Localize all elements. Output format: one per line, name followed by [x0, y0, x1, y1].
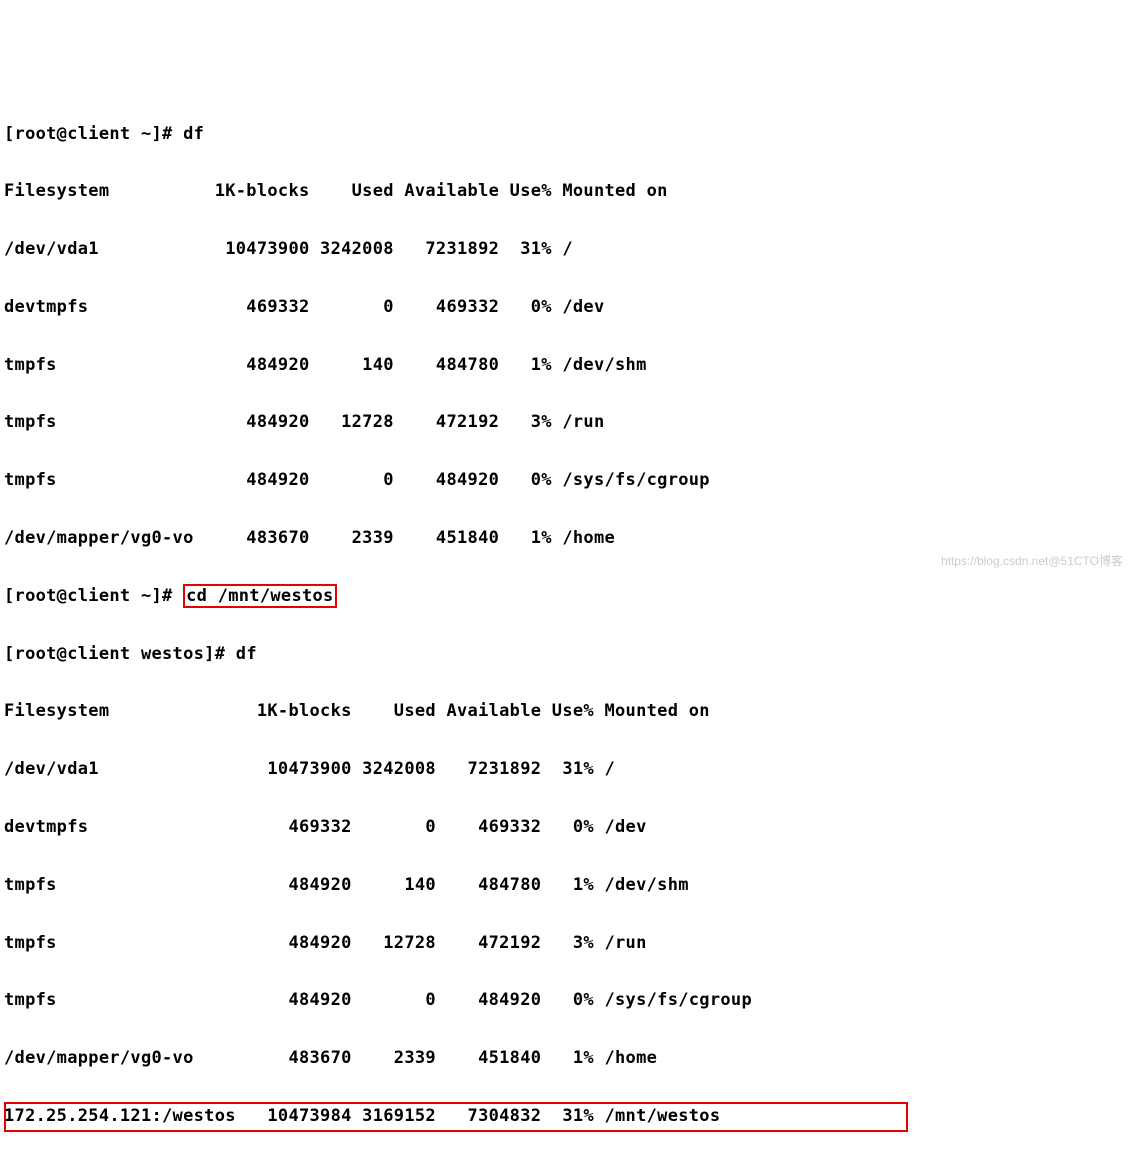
df2-row: tmpfs 484920 140 484780 1% /dev/shm	[4, 871, 1131, 900]
command-df: df	[236, 644, 257, 664]
df2-row: /dev/mapper/vg0-vo 483670 2339 451840 1%…	[4, 1044, 1131, 1073]
prompt-line-df1[interactable]: [root@client ~]# df	[4, 120, 1131, 149]
df2-row: tmpfs 484920 12728 472192 3% /run	[4, 929, 1131, 958]
df2-row: tmpfs 484920 0 484920 0% /sys/fs/cgroup	[4, 986, 1131, 1015]
df1-row: tmpfs 484920 140 484780 1% /dev/shm	[4, 351, 1131, 380]
df1-row: /dev/mapper/vg0-vo 483670 2339 451840 1%…	[4, 524, 1131, 553]
df1-row: /dev/vda1 10473900 3242008 7231892 31% /	[4, 235, 1131, 264]
df1-row: tmpfs 484920 0 484920 0% /sys/fs/cgroup	[4, 466, 1131, 495]
command-df: df	[183, 124, 204, 144]
df1-header: Filesystem 1K-blocks Used Available Use%…	[4, 177, 1131, 206]
df1-row: tmpfs 484920 12728 472192 3% /run	[4, 408, 1131, 437]
df2-row: devtmpfs 469332 0 469332 0% /dev	[4, 813, 1131, 842]
df2-row: /dev/vda1 10473900 3242008 7231892 31% /	[4, 755, 1131, 784]
df2-nfs-row: 172.25.254.121:/westos 10473984 3169152 …	[4, 1106, 720, 1126]
df2-header: Filesystem 1K-blocks Used Available Use%…	[4, 697, 1131, 726]
shell-prompt: [root@client ~]#	[4, 124, 183, 144]
prompt-line-cd[interactable]: [root@client ~]# cd /mnt/westos	[4, 582, 1131, 611]
df1-row: devtmpfs 469332 0 469332 0% /dev	[4, 293, 1131, 322]
df2-nfs-row-wrap: 172.25.254.121:/westos 10473984 3169152 …	[4, 1102, 1131, 1131]
command-cd-highlight: cd /mnt/westos	[183, 584, 337, 608]
shell-prompt: [root@client ~]#	[4, 586, 183, 606]
prompt-line-df2[interactable]: [root@client westos]# df	[4, 640, 1131, 669]
shell-prompt-westos: [root@client westos]#	[4, 644, 236, 664]
watermark: https://blog.csdn.net@51CTO博客	[941, 551, 1123, 571]
